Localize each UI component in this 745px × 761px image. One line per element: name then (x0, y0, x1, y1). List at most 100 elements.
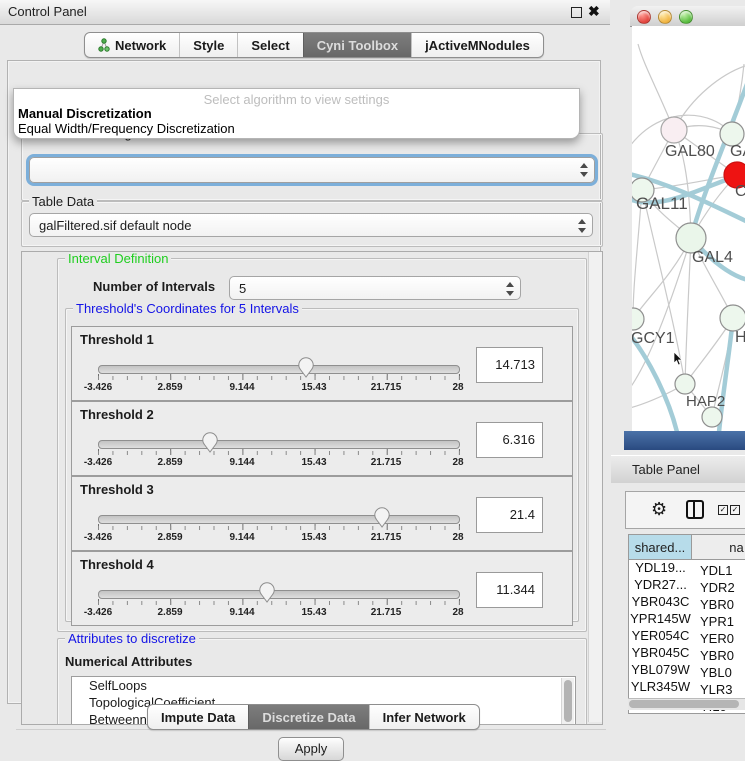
node-label: GCY1 (632, 330, 675, 347)
cell-shared-name[interactable]: YBR045C (629, 645, 692, 660)
tick-label: 28 (452, 382, 463, 393)
node-label: H (735, 329, 745, 346)
network-canvas[interactable]: GAL80GACGAL11GAL4GCY1HHAP2 (632, 26, 745, 431)
tab-network[interactable]: Network (85, 33, 179, 57)
tab-label: Network (115, 38, 166, 53)
combo-arrows-icon[interactable] (579, 163, 588, 177)
table-row[interactable]: YER054CYER0 (629, 628, 745, 645)
network-window-titlebar[interactable] (630, 6, 745, 27)
checkbox-icon[interactable]: ✓ (718, 505, 728, 515)
close-traffic-light[interactable] (637, 10, 651, 24)
node-table[interactable]: shared... na YDL19...YDL1YDR27...YDR2YBR… (628, 534, 745, 714)
table-row[interactable]: YBR045CYBR0 (629, 645, 745, 662)
bottom-tab-infer-network[interactable]: Infer Network (369, 705, 479, 729)
table-rows: YDL19...YDL1YDR27...YDR2YBR043CYBR0YPR14… (629, 560, 745, 713)
network-node[interactable] (632, 308, 644, 330)
threshold-value-field[interactable]: 21.4 (476, 497, 543, 533)
network-graph: GAL80GACGAL11GAL4GCY1HHAP2 (632, 26, 745, 431)
tab-select[interactable]: Select (237, 33, 302, 57)
number-of-intervals-spinner[interactable]: 5 (229, 276, 521, 300)
threshold-value-field[interactable]: 6.316 (476, 422, 543, 458)
network-node[interactable] (675, 374, 695, 394)
popup-option-equal-width-frequency[interactable]: Equal Width/Frequency Discretization (18, 121, 235, 136)
table-row[interactable]: YPR145WYPR1 (629, 611, 745, 628)
bottom-tab-discretize-data[interactable]: Discretize Data (248, 705, 368, 729)
popup-option-manual-discretization[interactable]: Manual Discretization (18, 106, 152, 121)
bottom-tab-label: Impute Data (161, 710, 235, 725)
cell-shared-name[interactable]: YDR27... (629, 577, 692, 592)
node-label: HAP2 (686, 393, 725, 410)
algorithm-combobox[interactable] (29, 157, 595, 183)
tick-label: 28 (452, 532, 463, 543)
panel-scrollbar[interactable] (588, 252, 602, 722)
cell-shared-name[interactable]: YBR043C (629, 594, 692, 609)
threshold-slider-track[interactable] (98, 365, 460, 374)
table-row[interactable]: YLR345WYLR3 (629, 679, 745, 696)
tick-label: 2.859 (157, 382, 182, 393)
cell-name[interactable]: YPR1 (692, 614, 734, 629)
table-hscrollbar[interactable] (628, 698, 745, 710)
tab-cyni-toolbox[interactable]: Cyni Toolbox (303, 33, 411, 57)
gear-icon[interactable]: ⚙ (651, 498, 667, 520)
threshold-value-field[interactable]: 14.713 (476, 347, 543, 383)
cell-name[interactable]: YDL1 (692, 563, 733, 578)
cell-name[interactable]: YER0 (692, 631, 734, 646)
threshold-slider-thumb[interactable] (297, 357, 315, 378)
tick-label: 21.715 (371, 532, 402, 543)
cell-name[interactable]: YBL0 (692, 665, 732, 680)
threshold-slider-thumb[interactable] (201, 432, 219, 453)
apply-button[interactable]: Apply (278, 737, 344, 761)
tab-jactivemnodules[interactable]: jActiveMNodules (411, 33, 543, 57)
tick-label: -3.426 (84, 532, 112, 543)
cell-shared-name[interactable]: YBL079W (629, 662, 692, 677)
cell-name[interactable]: YLR3 (692, 682, 733, 697)
columns-icon[interactable] (686, 500, 704, 519)
table-row[interactable]: YDL19...YDL1 (629, 560, 745, 577)
table-row[interactable]: YBL079WYBL0 (629, 662, 745, 679)
threshold-4-panel: Threshold 4-3.4262.8599.14415.4321.71528… (71, 551, 573, 626)
threshold-slider-track[interactable] (98, 440, 460, 449)
cell-name[interactable]: YBR0 (692, 648, 734, 663)
tick-label: 15.43 (301, 532, 326, 543)
attribute-item[interactable]: SelfLoops (72, 677, 575, 694)
network-node[interactable] (661, 117, 687, 143)
cell-shared-name[interactable]: YDL19... (629, 560, 692, 575)
attributes-scrollbar-thumb[interactable] (564, 680, 572, 722)
cell-shared-name[interactable]: YLR345W (629, 679, 692, 694)
network-window-bottom-border (624, 431, 745, 450)
cell-name[interactable]: YDR2 (692, 580, 735, 595)
cell-name[interactable]: YBR0 (692, 597, 734, 612)
zoom-traffic-light[interactable] (679, 10, 693, 24)
bottom-tab-impute-data[interactable]: Impute Data (148, 705, 248, 729)
table-row[interactable]: YDR27...YDR2 (629, 577, 745, 594)
threshold-slider-thumb[interactable] (373, 507, 391, 528)
tick-label: 15.43 (301, 382, 326, 393)
table-row[interactable]: YBR043CYBR0 (629, 594, 745, 611)
threshold-slider-thumb[interactable] (258, 582, 276, 603)
close-icon[interactable]: ✖ (588, 3, 600, 20)
threshold-slider-track[interactable] (98, 590, 460, 599)
threshold-value-field[interactable]: 11.344 (476, 572, 543, 608)
tick-label: 2.859 (157, 607, 182, 618)
tick-label: 9.144 (229, 607, 254, 618)
network-node[interactable] (720, 305, 745, 331)
tab-label: Select (251, 38, 289, 53)
threshold-slider-track[interactable] (98, 515, 460, 524)
float-window-icon[interactable] (571, 7, 582, 18)
cell-shared-name[interactable]: YPR145W (629, 611, 692, 626)
table-hscrollbar-thumb[interactable] (629, 700, 739, 708)
column-header-shared-name[interactable]: shared... (629, 535, 692, 560)
combo-arrows-icon[interactable] (577, 219, 586, 233)
algorithm-dropdown-popup: Select algorithm to view settings Manual… (13, 88, 580, 139)
tab-style[interactable]: Style (179, 33, 237, 57)
network-node[interactable] (702, 407, 722, 427)
attributes-scrollbar[interactable] (561, 678, 574, 725)
spinner-arrows-icon[interactable] (505, 282, 514, 296)
table-data-combobox[interactable]: galFiltered.sif default node (29, 213, 593, 237)
column-header-name[interactable]: na (692, 535, 745, 560)
table-panel-header: Table Panel (611, 455, 745, 484)
minimize-traffic-light[interactable] (658, 10, 672, 24)
tick-label: 2.859 (157, 532, 182, 543)
checkbox-icon[interactable]: ✓ (730, 505, 740, 515)
cell-shared-name[interactable]: YER054C (629, 628, 692, 643)
